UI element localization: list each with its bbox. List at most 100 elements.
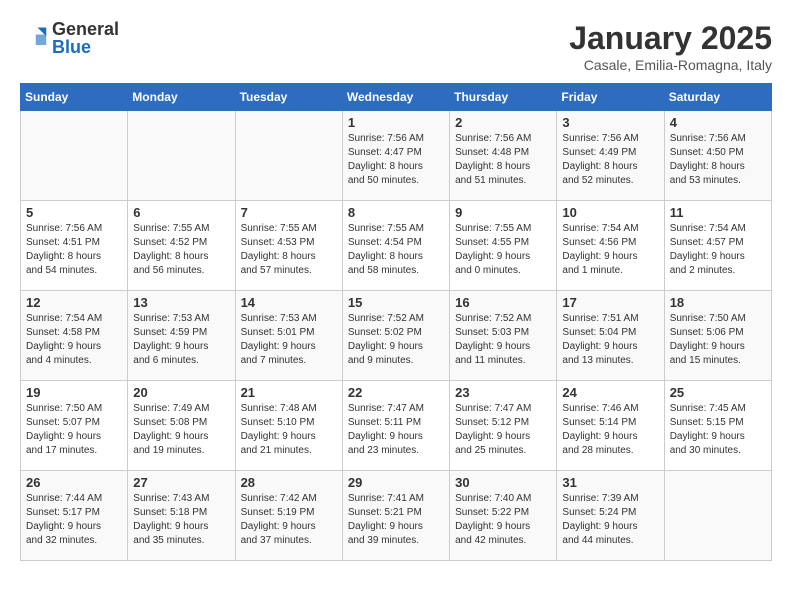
day-info: Sunrise: 7:47 AM Sunset: 5:11 PM Dayligh… xyxy=(348,402,444,458)
week-row-2: 5 Sunrise: 7:56 AM Sunset: 4:51 PM Daylig… xyxy=(21,201,772,291)
calendar-cell: 12Sunrise: 7:54 AM Sunset: 4:58 PM Dayli… xyxy=(21,291,128,381)
day-number: 23 xyxy=(455,385,551,400)
month-title: January 2025 xyxy=(569,20,772,57)
logo: General Blue xyxy=(20,20,119,56)
day-number: 27 xyxy=(133,475,229,490)
calendar-cell: 6 Sunrise: 7:55 AM Sunset: 4:52 PM Daylig… xyxy=(128,201,235,291)
day-number: 3 xyxy=(562,115,658,130)
day-number: 13 xyxy=(133,295,229,310)
calendar-cell: 8 Sunrise: 7:55 AM Sunset: 4:54 PM Daylig… xyxy=(342,201,449,291)
calendar-cell: 2 Sunrise: 7:56 AM Sunset: 4:48 PM Daylig… xyxy=(450,111,557,201)
logo-icon xyxy=(20,24,48,52)
column-header-sunday: Sunday xyxy=(21,84,128,111)
week-row-1: 1 Sunrise: 7:56 AM Sunset: 4:47 PM Daylig… xyxy=(21,111,772,201)
calendar-cell: 17 Sunrise: 7:51 AM Sunset: 5:04 PM Dayli… xyxy=(557,291,664,381)
day-number: 25 xyxy=(670,385,766,400)
day-number: 9 xyxy=(455,205,551,220)
calendar-cell: 10Sunrise: 7:54 AM Sunset: 4:56 PM Dayli… xyxy=(557,201,664,291)
day-info: Sunrise: 7:51 AM Sunset: 5:04 PM Dayligh… xyxy=(562,312,658,368)
title-block: January 2025 Casale, Emilia-Romagna, Ita… xyxy=(569,20,772,73)
day-number: 17 xyxy=(562,295,658,310)
day-info: Sunrise: 7:44 AM Sunset: 5:17 PM Dayligh… xyxy=(26,492,122,548)
calendar-cell: 1 Sunrise: 7:56 AM Sunset: 4:47 PM Daylig… xyxy=(342,111,449,201)
day-number: 8 xyxy=(348,205,444,220)
calendar-cell xyxy=(664,471,771,561)
day-number: 29 xyxy=(348,475,444,490)
day-number: 4 xyxy=(670,115,766,130)
day-info: Sunrise: 7:52 AM Sunset: 5:02 PM Dayligh… xyxy=(348,312,444,368)
day-number: 6 xyxy=(133,205,229,220)
day-number: 5 xyxy=(26,205,122,220)
day-number: 24 xyxy=(562,385,658,400)
calendar-cell: 19 Sunrise: 7:50 AM Sunset: 5:07 PM Dayli… xyxy=(21,381,128,471)
week-row-3: 12Sunrise: 7:54 AM Sunset: 4:58 PM Dayli… xyxy=(21,291,772,381)
column-header-wednesday: Wednesday xyxy=(342,84,449,111)
day-info: Sunrise: 7:47 AM Sunset: 5:12 PM Dayligh… xyxy=(455,402,551,458)
calendar-cell: 9 Sunrise: 7:55 AM Sunset: 4:55 PM Daylig… xyxy=(450,201,557,291)
day-number: 1 xyxy=(348,115,444,130)
day-info: Sunrise: 7:56 AM Sunset: 4:48 PM Dayligh… xyxy=(455,132,551,188)
day-info: Sunrise: 7:48 AM Sunset: 5:10 PM Dayligh… xyxy=(241,402,337,458)
day-number: 7 xyxy=(241,205,337,220)
calendar-cell: 18Sunrise: 7:50 AM Sunset: 5:06 PM Dayli… xyxy=(664,291,771,381)
day-info: Sunrise: 7:53 AM Sunset: 4:59 PM Dayligh… xyxy=(133,312,229,368)
day-number: 28 xyxy=(241,475,337,490)
day-info: Sunrise: 7:54 AM Sunset: 4:58 PM Dayligh… xyxy=(26,312,122,368)
day-number: 11 xyxy=(670,205,766,220)
calendar-cell: 3 Sunrise: 7:56 AM Sunset: 4:49 PM Daylig… xyxy=(557,111,664,201)
day-info: Sunrise: 7:45 AM Sunset: 5:15 PM Dayligh… xyxy=(670,402,766,458)
day-info: Sunrise: 7:41 AM Sunset: 5:21 PM Dayligh… xyxy=(348,492,444,548)
calendar-cell: 21 Sunrise: 7:48 AM Sunset: 5:10 PM Dayli… xyxy=(235,381,342,471)
header-row: SundayMondayTuesdayWednesdayThursdayFrid… xyxy=(21,84,772,111)
day-info: Sunrise: 7:50 AM Sunset: 5:07 PM Dayligh… xyxy=(26,402,122,458)
day-info: Sunrise: 7:55 AM Sunset: 4:52 PM Dayligh… xyxy=(133,222,229,278)
day-info: Sunrise: 7:50 AM Sunset: 5:06 PM Dayligh… xyxy=(670,312,766,368)
day-info: Sunrise: 7:56 AM Sunset: 4:51 PM Dayligh… xyxy=(26,222,122,278)
day-info: Sunrise: 7:55 AM Sunset: 4:53 PM Dayligh… xyxy=(241,222,337,278)
calendar-cell xyxy=(128,111,235,201)
day-number: 14 xyxy=(241,295,337,310)
week-row-4: 19 Sunrise: 7:50 AM Sunset: 5:07 PM Dayli… xyxy=(21,381,772,471)
day-number: 2 xyxy=(455,115,551,130)
day-info: Sunrise: 7:40 AM Sunset: 5:22 PM Dayligh… xyxy=(455,492,551,548)
day-info: Sunrise: 7:42 AM Sunset: 5:19 PM Dayligh… xyxy=(241,492,337,548)
day-number: 30 xyxy=(455,475,551,490)
calendar-cell: 14Sunrise: 7:53 AM Sunset: 5:01 PM Dayli… xyxy=(235,291,342,381)
calendar-cell: 24 Sunrise: 7:46 AM Sunset: 5:14 PM Dayli… xyxy=(557,381,664,471)
calendar-cell: 25 Sunrise: 7:45 AM Sunset: 5:15 PM Dayli… xyxy=(664,381,771,471)
logo-general: General xyxy=(52,20,119,38)
calendar-cell: 31Sunrise: 7:39 AM Sunset: 5:24 PM Dayli… xyxy=(557,471,664,561)
calendar-cell: 26Sunrise: 7:44 AM Sunset: 5:17 PM Dayli… xyxy=(21,471,128,561)
column-header-monday: Monday xyxy=(128,84,235,111)
day-info: Sunrise: 7:56 AM Sunset: 4:47 PM Dayligh… xyxy=(348,132,444,188)
logo-blue: Blue xyxy=(52,38,119,56)
day-info: Sunrise: 7:46 AM Sunset: 5:14 PM Dayligh… xyxy=(562,402,658,458)
day-number: 19 xyxy=(26,385,122,400)
column-header-thursday: Thursday xyxy=(450,84,557,111)
day-info: Sunrise: 7:49 AM Sunset: 5:08 PM Dayligh… xyxy=(133,402,229,458)
calendar-cell: 5 Sunrise: 7:56 AM Sunset: 4:51 PM Daylig… xyxy=(21,201,128,291)
day-info: Sunrise: 7:43 AM Sunset: 5:18 PM Dayligh… xyxy=(133,492,229,548)
calendar-cell: 28 Sunrise: 7:42 AM Sunset: 5:19 PM Dayli… xyxy=(235,471,342,561)
day-info: Sunrise: 7:56 AM Sunset: 4:49 PM Dayligh… xyxy=(562,132,658,188)
day-number: 16 xyxy=(455,295,551,310)
calendar-table: SundayMondayTuesdayWednesdayThursdayFrid… xyxy=(20,83,772,561)
day-info: Sunrise: 7:55 AM Sunset: 4:55 PM Dayligh… xyxy=(455,222,551,278)
day-number: 21 xyxy=(241,385,337,400)
day-info: Sunrise: 7:55 AM Sunset: 4:54 PM Dayligh… xyxy=(348,222,444,278)
day-number: 20 xyxy=(133,385,229,400)
calendar-cell: 20 Sunrise: 7:49 AM Sunset: 5:08 PM Dayli… xyxy=(128,381,235,471)
location: Casale, Emilia-Romagna, Italy xyxy=(569,57,772,73)
calendar-cell: 4Sunrise: 7:56 AM Sunset: 4:50 PM Daylig… xyxy=(664,111,771,201)
logo-text: General Blue xyxy=(52,20,119,56)
day-info: Sunrise: 7:54 AM Sunset: 4:56 PM Dayligh… xyxy=(562,222,658,278)
calendar-cell: 29 Sunrise: 7:41 AM Sunset: 5:21 PM Dayli… xyxy=(342,471,449,561)
column-header-friday: Friday xyxy=(557,84,664,111)
day-info: Sunrise: 7:54 AM Sunset: 4:57 PM Dayligh… xyxy=(670,222,766,278)
calendar-cell: 23 Sunrise: 7:47 AM Sunset: 5:12 PM Dayli… xyxy=(450,381,557,471)
day-info: Sunrise: 7:52 AM Sunset: 5:03 PM Dayligh… xyxy=(455,312,551,368)
day-number: 31 xyxy=(562,475,658,490)
page-header: General Blue January 2025 Casale, Emilia… xyxy=(20,20,772,73)
calendar-cell: 27 Sunrise: 7:43 AM Sunset: 5:18 PM Dayli… xyxy=(128,471,235,561)
day-number: 22 xyxy=(348,385,444,400)
